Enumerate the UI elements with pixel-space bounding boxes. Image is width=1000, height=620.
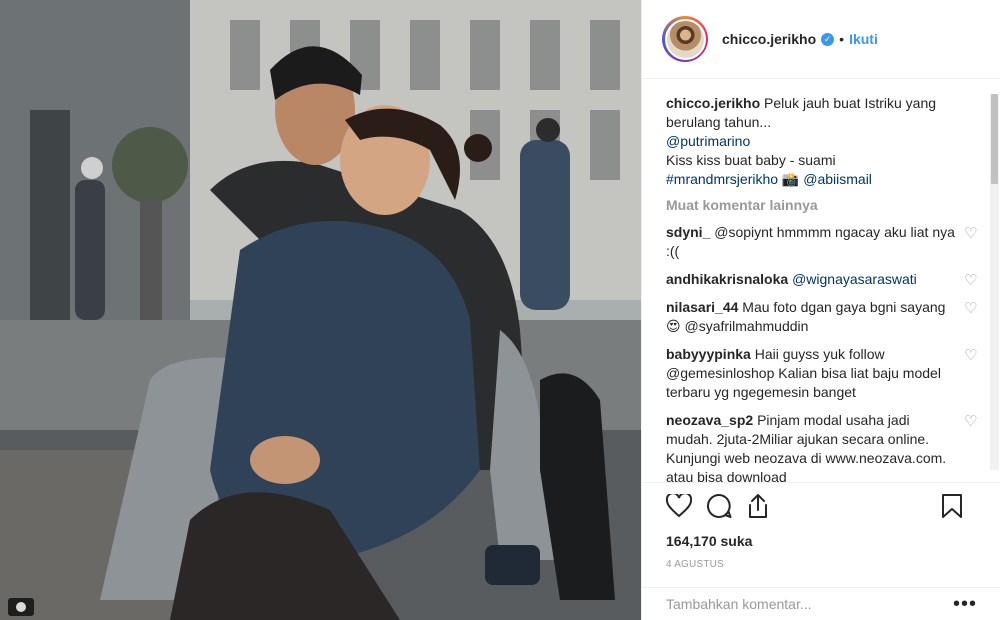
separator-dot: •: [839, 31, 845, 47]
photo-illustration: [0, 0, 641, 620]
caption-hashtag-line[interactable]: #mrandmrsjerikho 📸 @abiismail: [666, 171, 872, 187]
tag-people-icon[interactable]: [8, 598, 34, 616]
comment-body: @sopiynt hmmmm ngacay aku liat nya :((: [666, 224, 955, 259]
comment-text: sdyni_ @sopiynt hmmmm ngacay aku liat ny…: [666, 223, 956, 261]
post-photo[interactable]: [0, 0, 641, 620]
post-actions: 164,170 suka 4 AGUSTUS: [642, 482, 1000, 570]
list-item: babyyypinka Haii guyss yuk follow @gemes…: [666, 345, 1000, 402]
like-comment-heart-icon[interactable]: ♡: [964, 346, 982, 364]
list-item: andhikakrisnaloka @wignayasaraswati ♡: [666, 270, 1000, 289]
comments-list[interactable]: chicco.jerikho Peluk jauh buat Istriku y…: [642, 80, 1000, 482]
comment-input[interactable]: [666, 596, 953, 612]
follow-button[interactable]: Ikuti: [849, 31, 878, 47]
comment-text: neozava_sp2 Pinjam modal usaha jadi muda…: [666, 411, 956, 482]
comment-body[interactable]: @wignayasaraswati: [792, 271, 917, 287]
post-caption: chicco.jerikho Peluk jauh buat Istriku y…: [666, 94, 956, 189]
bookmark-icon[interactable]: [941, 493, 963, 524]
list-item: nilasari_44 Mau foto dgan gaya bgni saya…: [666, 298, 1000, 336]
comment-username[interactable]: neozava_sp2: [666, 412, 753, 428]
comment-icon[interactable]: [706, 493, 732, 524]
header-username[interactable]: chicco.jerikho: [722, 31, 816, 47]
likes-count[interactable]: 164,170 suka: [666, 533, 977, 549]
like-comment-heart-icon[interactable]: ♡: [964, 271, 982, 289]
comment-text: nilasari_44 Mau foto dgan gaya bgni saya…: [666, 298, 956, 336]
share-icon[interactable]: [746, 493, 770, 524]
caption-mention[interactable]: @putrimarino: [666, 133, 750, 149]
comment-text: andhikakrisnaloka @wignayasaraswati: [666, 270, 956, 289]
caption-line-3: Kiss kiss buat baby - suami: [666, 152, 836, 168]
comment-username[interactable]: sdyni_: [666, 224, 710, 240]
story-ring[interactable]: [662, 16, 708, 62]
like-comment-heart-icon[interactable]: ♡: [964, 412, 982, 430]
comment-username[interactable]: babyyypinka: [666, 346, 751, 362]
comment-username[interactable]: andhikakrisnaloka: [666, 271, 788, 287]
list-item: sdyni_ @sopiynt hmmmm ngacay aku liat ny…: [666, 223, 1000, 261]
caption-username[interactable]: chicco.jerikho: [666, 95, 760, 111]
more-options-icon[interactable]: •••: [953, 593, 977, 616]
comment-username[interactable]: nilasari_44: [666, 299, 738, 315]
list-item: neozava_sp2 Pinjam modal usaha jadi muda…: [666, 411, 1000, 482]
load-more-comments-button[interactable]: Muat komentar lainnya: [666, 197, 1000, 213]
heart-icon[interactable]: [665, 491, 693, 523]
avatar[interactable]: [664, 18, 706, 60]
comment-text: babyyypinka Haii guyss yuk follow @gemes…: [666, 345, 956, 402]
post-header: chicco.jerikho ✓ • Ikuti: [642, 0, 1000, 79]
post-sidebar: chicco.jerikho ✓ • Ikuti chicco.jerikho …: [641, 0, 1000, 620]
comments-scrollbar[interactable]: [990, 94, 999, 470]
scrollbar-thumb[interactable]: [991, 94, 998, 184]
action-bar: [665, 491, 977, 524]
add-comment-bar: •••: [642, 587, 1000, 620]
like-comment-heart-icon[interactable]: ♡: [964, 224, 982, 242]
verified-badge-icon: ✓: [821, 32, 835, 46]
like-comment-heart-icon[interactable]: ♡: [964, 299, 982, 317]
post-date[interactable]: 4 AGUSTUS: [666, 559, 977, 570]
